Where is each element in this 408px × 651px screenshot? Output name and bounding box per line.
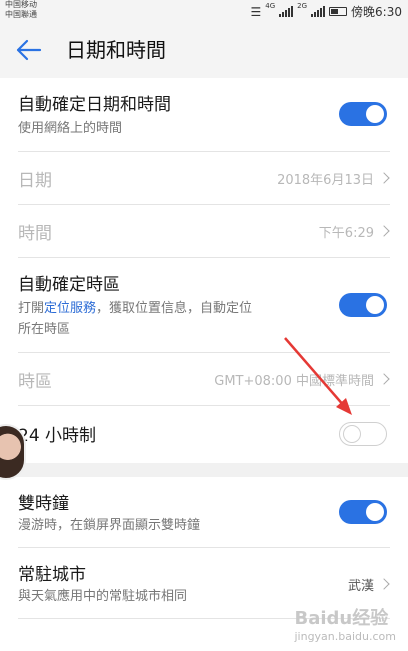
vibrate-icon: ☰ — [250, 4, 262, 19]
clock: 傍晚6:30 — [351, 5, 402, 19]
auto-timezone-sub: 打開定位服務，獲取位置信息，自動定位 所在時區 — [18, 298, 338, 340]
date-label: 日期 — [18, 171, 52, 191]
time-value: 下午6:29 — [318, 226, 374, 241]
row-24-hour[interactable]: 24 小時制 — [0, 406, 408, 463]
date-value: 2018年6月13日 — [277, 173, 374, 188]
signal-1-icon — [279, 6, 294, 17]
status-icons: ☰ 4G 2G 傍晚6:30 — [251, 3, 403, 20]
location-service-link[interactable]: 定位服務 — [44, 301, 96, 316]
chevron-right-icon — [378, 225, 390, 237]
settings-list: 自動確定日期和時間 使用網絡上的時間 日期 2018年6月13日 時間 下午6:… — [0, 78, 408, 651]
carrier-1: 中国移动 — [5, 0, 37, 9]
status-bar: 中国移动 中国聯通 ☰ 4G 2G 傍晚6:30 — [0, 0, 408, 22]
watermark-brand: Baidu经验 — [294, 608, 389, 629]
auto-timezone-toggle[interactable] — [339, 293, 387, 317]
carrier-2: 中国聯通 — [5, 10, 37, 19]
auto-timezone-sub-prefix: 打開 — [18, 301, 45, 316]
auto-datetime-toggle[interactable] — [339, 102, 387, 126]
watermark: Baidu经验 jingyan.baidu.com — [294, 604, 396, 643]
row-auto-timezone[interactable]: 自動確定時區 打開定位服務，獲取位置信息，自動定位 所在時區 — [0, 258, 408, 352]
signal-2-icon — [311, 6, 326, 17]
timezone-label: 時區 — [18, 372, 52, 392]
dual-clock-toggle[interactable] — [339, 500, 387, 524]
auto-datetime-label: 自動確定日期和時間 — [18, 95, 171, 115]
chevron-right-icon — [378, 373, 390, 385]
time-label: 時間 — [18, 224, 52, 244]
network-2-label: 2G — [297, 2, 308, 10]
row-dual-clock[interactable]: 雙時鐘 漫游時，在鎖屏界面顯示雙時鐘 — [0, 477, 408, 547]
hour24-toggle[interactable] — [339, 422, 387, 446]
home-city-value: 武漢 — [347, 579, 374, 594]
row-auto-datetime[interactable]: 自動確定日期和時間 使用網絡上的時間 — [0, 78, 408, 151]
home-city-sub: 與天氣應用中的常駐城市相同 — [18, 589, 188, 604]
auto-timezone-sub-suffix: ，獲取位置信息，自動定位 — [96, 301, 253, 316]
battery-icon — [329, 7, 348, 16]
watermark-url: jingyan.baidu.com — [294, 630, 396, 643]
dual-clock-label: 雙時鐘 — [18, 494, 69, 514]
row-timezone[interactable]: 時區 GMT+08:00 中國標準時間 — [0, 353, 408, 405]
app-bar: 日期和時間 — [0, 22, 408, 78]
hour24-label: 24 小時制 — [18, 426, 97, 446]
avatar — [0, 424, 26, 480]
network-1-label: 4G — [265, 2, 276, 10]
back-arrow-icon[interactable] — [14, 36, 44, 64]
section-gap — [0, 463, 408, 477]
row-date[interactable]: 日期 2018年6月13日 — [0, 152, 408, 204]
page-title: 日期和時間 — [66, 38, 166, 62]
chevron-right-icon — [378, 578, 390, 590]
dual-clock-sub: 漫游時，在鎖屏界面顯示雙時鐘 — [18, 518, 201, 533]
row-time[interactable]: 時間 下午6:29 — [0, 205, 408, 257]
auto-timezone-sub-line2: 所在時區 — [18, 322, 71, 337]
home-city-label: 常駐城市 — [18, 565, 86, 585]
carrier-info: 中国移动 中国聯通 — [5, 0, 37, 20]
chevron-right-icon — [378, 172, 390, 184]
timezone-value: GMT+08:00 中國標準時間 — [214, 374, 374, 389]
auto-timezone-label: 自動確定時區 — [18, 275, 120, 295]
auto-datetime-sub: 使用網絡上的時間 — [18, 121, 123, 136]
